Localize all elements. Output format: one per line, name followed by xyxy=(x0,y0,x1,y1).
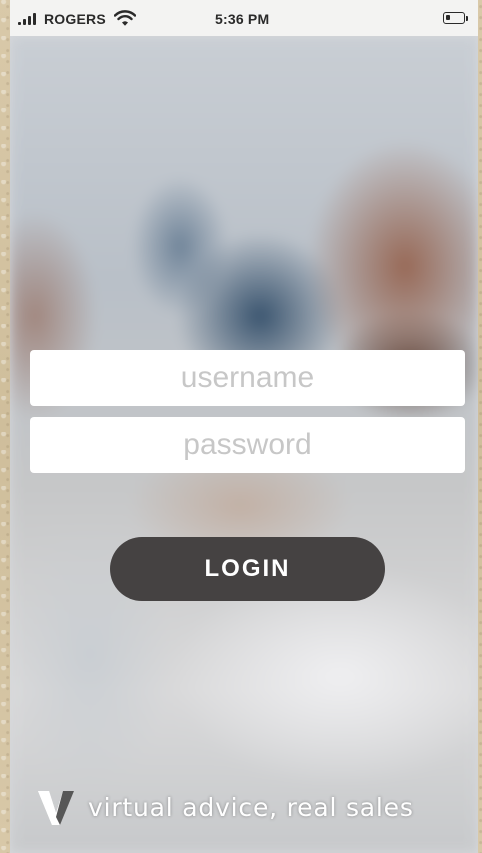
brand-tagline: virtual advice, real sales xyxy=(36,787,414,827)
carrier-name: ROGERS xyxy=(44,11,106,27)
status-time: 5:36 PM xyxy=(215,11,270,27)
login-button[interactable]: LOGIN xyxy=(110,537,385,601)
cellular-signal-icon xyxy=(18,13,40,25)
wifi-icon xyxy=(114,10,136,26)
battery-icon xyxy=(443,12,468,24)
tagline-text: virtual advice, real sales xyxy=(88,792,414,822)
username-input[interactable] xyxy=(30,350,465,406)
v-logo-icon xyxy=(38,791,74,825)
password-input[interactable] xyxy=(30,417,465,473)
battery-level xyxy=(446,15,450,20)
phone-screen: ROGERS 5:36 PM LOGIN virtual advice, rea… xyxy=(10,0,478,853)
status-bar: ROGERS 5:36 PM xyxy=(10,0,478,36)
